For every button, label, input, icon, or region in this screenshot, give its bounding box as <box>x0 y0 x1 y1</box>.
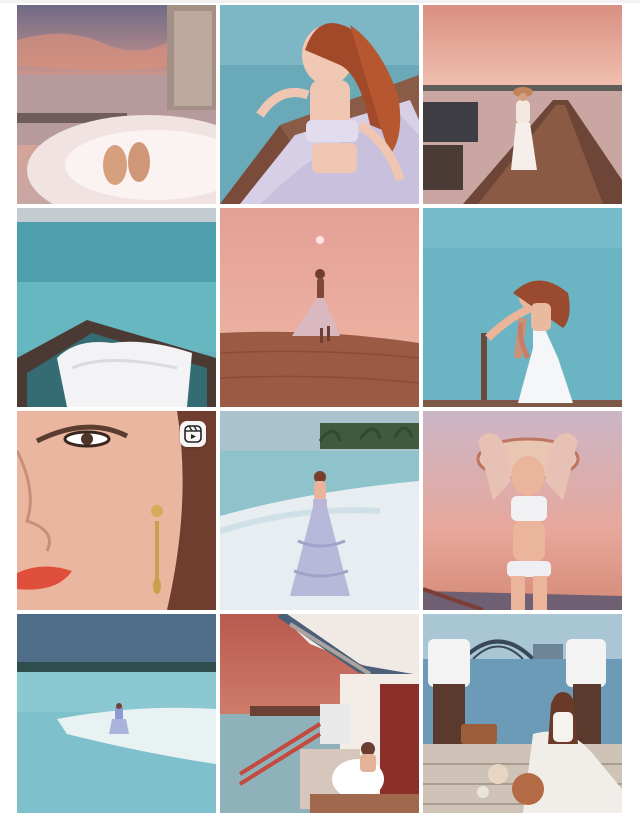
grid-post-8[interactable] <box>220 411 419 610</box>
post-image-6 <box>423 208 622 407</box>
grid-post-7[interactable] <box>17 411 216 610</box>
post-image-2 <box>220 5 419 204</box>
post-image-8 <box>220 411 419 610</box>
grid-post-1[interactable] <box>17 5 216 204</box>
grid-post-5[interactable] <box>220 208 419 407</box>
post-image-3 <box>423 5 622 204</box>
post-image-10 <box>17 614 216 813</box>
post-image-5 <box>220 208 419 407</box>
grid-post-4[interactable] <box>17 208 216 407</box>
grid-post-2[interactable] <box>220 5 419 204</box>
grid-post-11[interactable] <box>220 614 419 813</box>
grid-post-6[interactable] <box>423 208 622 407</box>
post-image-12 <box>423 614 622 813</box>
post-image-9 <box>423 411 622 610</box>
post-image-4 <box>17 208 216 407</box>
grid-post-3[interactable] <box>423 5 622 204</box>
post-image-1 <box>17 5 216 204</box>
photo-grid <box>17 5 623 813</box>
post-image-11 <box>220 614 419 813</box>
grid-post-9[interactable] <box>423 411 622 610</box>
grid-post-12[interactable] <box>423 614 622 813</box>
previous-row-edge <box>0 0 640 3</box>
reels-icon <box>180 421 206 447</box>
grid-post-10[interactable] <box>17 614 216 813</box>
